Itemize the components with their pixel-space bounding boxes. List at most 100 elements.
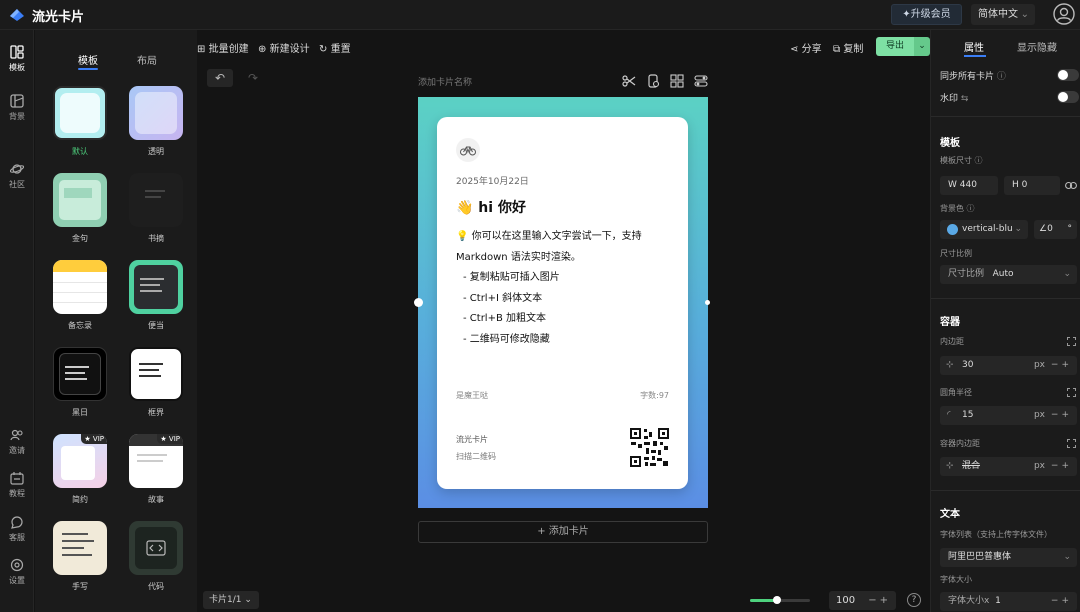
expand-icon[interactable] bbox=[1067, 388, 1076, 397]
reset-button[interactable]: ↻ 重置 bbox=[319, 40, 351, 55]
tab-visibility[interactable]: 显示隐藏 bbox=[1017, 39, 1057, 54]
card-bullet: - 二维码可修改隐藏 bbox=[463, 333, 550, 345]
color-swatch bbox=[947, 224, 958, 235]
template-label: 手写 bbox=[72, 582, 88, 591]
zoom-input[interactable]: 100 −+ bbox=[829, 591, 896, 610]
rail-item-template[interactable]: 模板 bbox=[0, 45, 34, 73]
radius-input[interactable]: ◜ 15 px −+ bbox=[940, 406, 1077, 425]
sync-all-toggle[interactable] bbox=[1057, 69, 1079, 81]
stepper[interactable]: −+ bbox=[1051, 457, 1072, 476]
tab-properties[interactable]: 属性 bbox=[964, 39, 984, 54]
padding-input[interactable]: ⊹ 30 px −+ bbox=[940, 356, 1077, 375]
template-simple[interactable]: ★ VIP bbox=[53, 434, 107, 488]
divider bbox=[931, 298, 1080, 299]
undo-button[interactable]: ↶ bbox=[207, 69, 233, 87]
toggle-settings-icon[interactable] bbox=[694, 74, 708, 88]
export-dropdown-button[interactable]: ⌄ bbox=[914, 37, 930, 56]
zoom-stepper[interactable]: −+ bbox=[868, 591, 891, 610]
rail-label: 背景 bbox=[9, 112, 25, 121]
rail-item-community[interactable]: 社区 bbox=[0, 162, 34, 190]
expand-icon[interactable] bbox=[1067, 439, 1076, 448]
expand-icon[interactable] bbox=[1067, 337, 1076, 346]
watermark-toggle[interactable] bbox=[1057, 91, 1079, 103]
card-preview[interactable]: 2025年10月22日 👋 hi 你好 💡 你可以在这里输入文字尝试一下，支持 … bbox=[437, 117, 688, 489]
font-size-prefix: 字体大小x bbox=[948, 596, 990, 606]
question-icon: ⓘ bbox=[996, 72, 1006, 82]
zoom-slider-knob[interactable] bbox=[773, 596, 781, 604]
export-button[interactable]: 导出 bbox=[876, 37, 914, 56]
rail-label: 客服 bbox=[9, 533, 25, 542]
tile-line bbox=[62, 554, 92, 556]
tab-template[interactable]: 模板 bbox=[78, 52, 98, 67]
card-body: 💡 你可以在这里输入文字尝试一下，支持 Markdown 语法实时渲染。 - 复… bbox=[456, 227, 676, 350]
stepper[interactable]: −+ bbox=[1051, 406, 1072, 425]
rail-item-tutorial[interactable]: 教程 bbox=[0, 471, 34, 499]
chevron-down-icon: ⌄ bbox=[1063, 552, 1071, 562]
template-code[interactable] bbox=[129, 521, 183, 575]
resize-handle-right[interactable] bbox=[705, 300, 710, 305]
template-frame[interactable] bbox=[129, 347, 183, 401]
template-bento[interactable] bbox=[129, 260, 183, 314]
font-select[interactable]: 阿里巴巴普惠体 ⌄ bbox=[940, 548, 1077, 567]
rail-item-settings[interactable]: 设置 bbox=[0, 558, 34, 586]
refresh-icon: ↻ bbox=[319, 44, 328, 55]
template-story[interactable]: ★ VIP bbox=[129, 434, 183, 488]
card-pager[interactable]: 卡片1/1 ⌄ bbox=[203, 591, 259, 609]
template-label: 便当 bbox=[148, 321, 164, 330]
card-bullet: - 复制粘贴可插入图片 bbox=[463, 272, 560, 283]
chevron-down-icon: ⌄ bbox=[1020, 9, 1029, 20]
resize-handle-left[interactable] bbox=[414, 298, 423, 307]
template-handwriting[interactable] bbox=[53, 521, 107, 575]
stepper[interactable]: −+ bbox=[1051, 592, 1072, 611]
unit-label: px bbox=[1033, 461, 1045, 471]
height-input[interactable]: H 0 bbox=[1004, 176, 1060, 195]
bg-color-select[interactable]: vertical-blu ⌄ bbox=[940, 220, 1028, 239]
toggle-knob bbox=[1058, 92, 1068, 102]
template-memo[interactable] bbox=[53, 260, 107, 314]
tile-line bbox=[53, 302, 107, 303]
template-quote[interactable] bbox=[53, 173, 107, 227]
template-label: 书摘 bbox=[148, 234, 164, 243]
rail-label: 社区 bbox=[9, 180, 25, 189]
card-bullet: - Ctrl+I 斜体文本 bbox=[463, 292, 543, 304]
template-book-excerpt[interactable] bbox=[129, 173, 183, 227]
tile-line bbox=[139, 375, 161, 377]
tab-layout[interactable]: 布局 bbox=[137, 52, 157, 67]
angle-input[interactable]: ∠0 ° bbox=[1034, 220, 1077, 239]
template-dark-day[interactable] bbox=[53, 347, 107, 401]
share-button[interactable]: ⋖ 分享 bbox=[790, 40, 822, 55]
template-default[interactable] bbox=[53, 86, 107, 140]
redo-button[interactable]: ↷ bbox=[240, 69, 266, 87]
chevron-down-icon: ⌄ bbox=[918, 41, 926, 51]
template-transparent[interactable] bbox=[129, 86, 183, 140]
language-value: 简体中文 bbox=[978, 9, 1018, 20]
template-panel: 模板 布局 默认 透明 金句 书摘 备忘录 便当 黑日 框界 ★ VIP 简约 … bbox=[35, 30, 197, 612]
add-card-button[interactable]: + 添加卡片 bbox=[418, 521, 708, 543]
upgrade-button[interactable]: ✦升级会员 bbox=[891, 4, 962, 25]
logo-icon bbox=[10, 9, 24, 21]
tile-line bbox=[62, 540, 94, 542]
language-select[interactable]: 简体中文 ⌄ bbox=[971, 4, 1035, 25]
link-icon[interactable] bbox=[1065, 181, 1077, 190]
new-design-button[interactable]: ⊕ 新建设计 bbox=[258, 40, 310, 55]
width-input[interactable]: W 440 bbox=[940, 176, 998, 195]
rail-item-support[interactable]: 客服 bbox=[0, 515, 34, 543]
stepper[interactable]: −+ bbox=[1051, 356, 1072, 375]
template-label: 默认 bbox=[72, 147, 88, 156]
phone-icon[interactable] bbox=[646, 74, 660, 88]
font-value: 阿里巴巴普惠体 bbox=[948, 552, 1012, 562]
card-name-input[interactable]: 添加卡片名称 bbox=[418, 75, 472, 88]
divider bbox=[931, 116, 1080, 117]
rail-item-invite[interactable]: 邀请 bbox=[0, 428, 34, 456]
copy-button[interactable]: ⧉ 复制 bbox=[833, 40, 863, 55]
user-avatar-icon[interactable] bbox=[1053, 3, 1075, 25]
batch-create-button[interactable]: ⊞ 批量创建 bbox=[197, 40, 249, 55]
ratio-select[interactable]: 尺寸比例 Auto ⌄ bbox=[940, 265, 1077, 284]
tile-preview-block bbox=[64, 188, 92, 198]
help-icon[interactable]: ? bbox=[907, 593, 921, 607]
grid-icon[interactable] bbox=[670, 74, 684, 88]
inner-padding-input[interactable]: ⊹ 混合 px −+ bbox=[940, 457, 1077, 476]
scissors-icon[interactable] bbox=[622, 74, 636, 88]
font-size-input[interactable]: 字体大小x 1 −+ bbox=[940, 592, 1077, 611]
rail-item-background[interactable]: 背景 bbox=[0, 94, 34, 122]
